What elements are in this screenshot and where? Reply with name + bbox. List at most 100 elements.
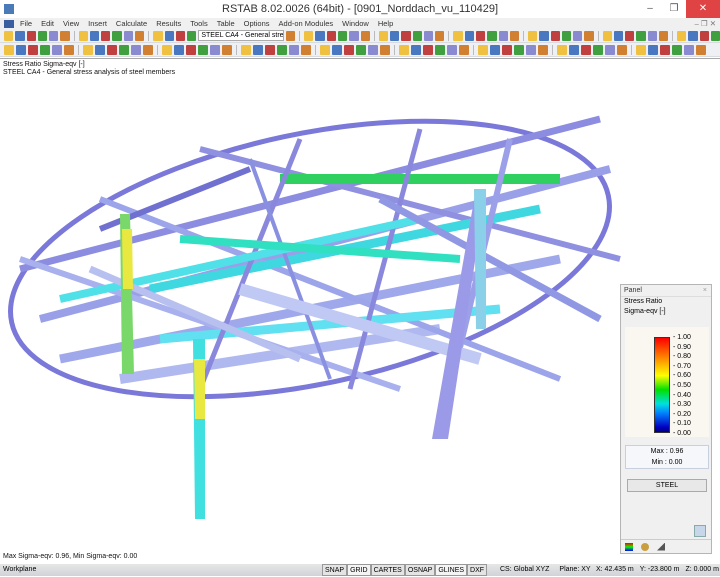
toolbar-button-icon[interactable]	[435, 44, 445, 55]
toolbar-button-icon[interactable]	[187, 30, 197, 41]
toolbar-button-icon[interactable]	[636, 44, 646, 55]
toolbar-button-icon[interactable]	[573, 30, 583, 41]
toolbar-button-icon[interactable]	[253, 44, 263, 55]
toolbar-button-icon[interactable]	[304, 30, 314, 41]
toolbar-button-icon[interactable]	[107, 44, 117, 55]
toolbar-button-icon[interactable]	[26, 30, 36, 41]
menu-view[interactable]: View	[63, 19, 79, 28]
toolbar-button-icon[interactable]	[368, 44, 378, 55]
toolbar-button-icon[interactable]	[131, 44, 141, 55]
toolbar-button-icon[interactable]	[447, 44, 457, 55]
toolbar-button-icon[interactable]	[241, 44, 251, 55]
close-button[interactable]: ✕	[686, 0, 720, 18]
toolbar-button-icon[interactable]	[688, 30, 698, 41]
toolbar-button-icon[interactable]	[315, 30, 325, 41]
toolbar-button-icon[interactable]	[659, 30, 669, 41]
toolbar-button-icon[interactable]	[435, 30, 445, 41]
toolbar-button-icon[interactable]	[459, 44, 469, 55]
load-case-combo[interactable]: STEEL CA4 - General stre	[198, 30, 284, 41]
menu-tools[interactable]: Tools	[190, 19, 208, 28]
toolbar-button-icon[interactable]	[95, 44, 105, 55]
toolbar-button-icon[interactable]	[605, 44, 615, 55]
toolbar-button-icon[interactable]	[4, 44, 14, 55]
toolbar-button-icon[interactable]	[164, 30, 174, 41]
menu-results[interactable]: Results	[156, 19, 181, 28]
menu-window[interactable]: Window	[342, 19, 369, 28]
toolbar-button-icon[interactable]	[684, 44, 694, 55]
toolbar-button-icon[interactable]	[475, 30, 486, 41]
steel-button[interactable]: STEEL	[627, 479, 707, 492]
color-scale-tab-icon[interactable]	[625, 542, 633, 551]
toolbar-button-icon[interactable]	[356, 44, 366, 55]
cartes-toggle[interactable]: CARTES	[370, 564, 405, 576]
toolbar-button-icon[interactable]	[617, 44, 627, 55]
toolbar-button-icon[interactable]	[660, 44, 670, 55]
toolbar-button-icon[interactable]	[581, 44, 591, 55]
menu-help[interactable]: Help	[378, 19, 393, 28]
toolbar-button-icon[interactable]	[636, 30, 646, 41]
toolbar-button-icon[interactable]	[40, 44, 50, 55]
toolbar-button-icon[interactable]	[423, 30, 434, 41]
toolbar-button-icon[interactable]	[338, 30, 348, 41]
toolbar-button-icon[interactable]	[711, 30, 720, 41]
toolbar-button-icon[interactable]	[143, 44, 153, 55]
toolbar-button-icon[interactable]	[527, 30, 538, 41]
toolbar-button-icon[interactable]	[526, 44, 536, 55]
toolbar-button-icon[interactable]	[135, 30, 145, 41]
toolbar-button-icon[interactable]	[699, 30, 710, 41]
toolbar-button-icon[interactable]	[399, 44, 409, 55]
toolbar-button-icon[interactable]	[285, 30, 296, 41]
toolbar-button-icon[interactable]	[119, 44, 129, 55]
toolbar-button-icon[interactable]	[28, 44, 38, 55]
toolbar-button-icon[interactable]	[593, 44, 603, 55]
toolbar-button-icon[interactable]	[360, 30, 370, 41]
osnap-toggle[interactable]: OSNAP	[404, 564, 436, 576]
document-icon[interactable]	[4, 19, 14, 28]
toolbar-button-icon[interactable]	[390, 30, 400, 41]
menu-file[interactable]: File	[20, 19, 32, 28]
toolbar-button-icon[interactable]	[550, 30, 560, 41]
toolbar-button-icon[interactable]	[539, 30, 549, 41]
glines-toggle[interactable]: GLINES	[435, 564, 468, 576]
toolbar-button-icon[interactable]	[411, 44, 421, 55]
toolbar-button-icon[interactable]	[198, 44, 208, 55]
toolbar-button-icon[interactable]	[277, 44, 287, 55]
menu-insert[interactable]: Insert	[88, 19, 107, 28]
model-viewport[interactable]: Stress Ratio Sigma-eqv [-] STEEL CA4 - G…	[0, 58, 720, 564]
toolbar-button-icon[interactable]	[289, 44, 299, 55]
toolbar-button-icon[interactable]	[412, 30, 422, 41]
menu-table[interactable]: Table	[217, 19, 235, 28]
toolbar-button-icon[interactable]	[101, 30, 111, 41]
toolbar-button-icon[interactable]	[162, 44, 172, 55]
menu-edit[interactable]: Edit	[41, 19, 54, 28]
toolbar-button-icon[interactable]	[210, 44, 220, 55]
filter-tab-icon[interactable]	[657, 542, 665, 551]
toolbar-button-icon[interactable]	[112, 30, 122, 41]
toolbar-button-icon[interactable]	[401, 30, 411, 41]
toolbar-button-icon[interactable]	[648, 44, 658, 55]
toolbar-button-icon[interactable]	[514, 44, 524, 55]
menu-calculate[interactable]: Calculate	[116, 19, 147, 28]
toolbar-button-icon[interactable]	[464, 30, 474, 41]
toolbar-button-icon[interactable]	[509, 30, 520, 41]
toolbar-button-icon[interactable]	[222, 44, 232, 55]
toolbar-button-icon[interactable]	[613, 30, 624, 41]
toolbar-button-icon[interactable]	[332, 44, 342, 55]
toolbar-button-icon[interactable]	[498, 30, 508, 41]
toolbar-button-icon[interactable]	[487, 30, 497, 41]
toolbar-button-icon[interactable]	[37, 30, 48, 41]
toolbar-button-icon[interactable]	[453, 30, 463, 41]
toolbar-button-icon[interactable]	[174, 44, 184, 55]
structure-model[interactable]	[0, 59, 720, 565]
toolbar-button-icon[interactable]	[557, 44, 567, 55]
toolbar-button-icon[interactable]	[344, 44, 354, 55]
toolbar-button-icon[interactable]	[672, 44, 682, 55]
toolbar-button-icon[interactable]	[423, 44, 433, 55]
toolbar-button-icon[interactable]	[83, 44, 93, 55]
toolbar-button-icon[interactable]	[647, 30, 657, 41]
toolbar-button-icon[interactable]	[380, 44, 390, 55]
toolbar-button-icon[interactable]	[123, 30, 134, 41]
toolbar-button-icon[interactable]	[153, 30, 163, 41]
grid-toggle[interactable]: GRID	[347, 564, 371, 576]
toolbar-button-icon[interactable]	[186, 44, 196, 55]
